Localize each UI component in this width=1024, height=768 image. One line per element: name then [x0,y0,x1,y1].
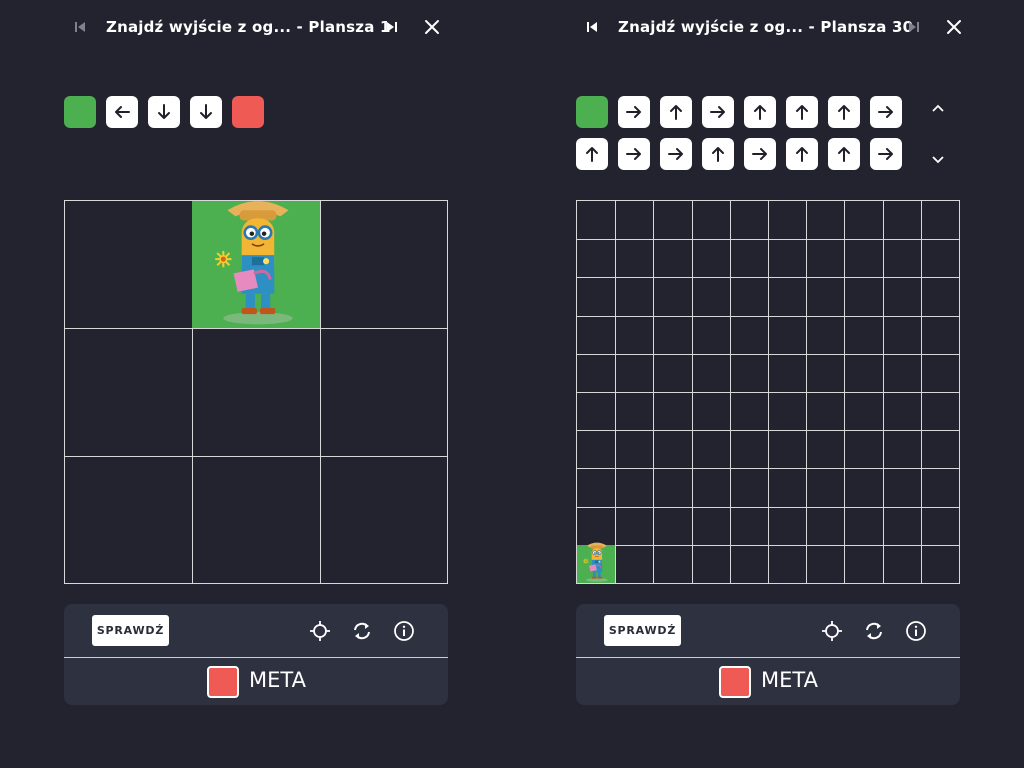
arrow-right-block[interactable] [660,138,692,170]
scroll-up-button[interactable] [928,98,948,118]
arrow-up-block[interactable] [828,96,860,128]
arrow-right-icon [625,103,643,121]
scroll-down-button[interactable] [928,150,948,170]
arrow-up-icon [835,103,853,121]
arrow-right-icon [667,145,685,163]
arrow-up-block[interactable] [828,138,860,170]
grid-line [577,506,959,508]
grid-line [882,201,884,583]
gardener-character [580,541,612,583]
arrow-up-icon [583,145,601,163]
center-view-button[interactable] [820,619,844,643]
last-level-button[interactable] [904,17,924,37]
reset-icon [354,622,370,640]
close-icon [425,20,439,34]
chevron-down-icon [932,156,944,164]
grid-line [577,468,959,470]
arrow-down-icon [197,103,215,121]
arrow-up-block[interactable] [744,96,776,128]
arrow-up-icon [835,145,853,163]
arrow-up-icon [709,145,727,163]
arrow-right-icon [625,145,643,163]
game-board[interactable] [64,200,448,584]
arrow-up-block[interactable] [702,138,734,170]
toolbar: SPRAWDŹ [576,604,960,657]
info-button[interactable] [904,619,928,643]
arrow-right-icon [751,145,769,163]
goal-legend: META [576,658,960,705]
grid-line [806,201,808,583]
board-panel-30: Znajdź wyjście z og... - Plansza 30 SPRA… [576,0,961,768]
info-icon [906,621,926,641]
info-icon [394,621,414,641]
skip-first-icon [75,22,85,32]
arrow-right-block[interactable] [870,96,902,128]
arrow-down-icon [155,103,173,121]
end-block[interactable] [232,96,264,128]
arrow-right-icon [709,103,727,121]
arrow-up-icon [667,103,685,121]
info-button[interactable] [392,619,416,643]
last-level-button[interactable] [382,17,402,37]
skip-last-icon [909,22,919,32]
crosshair-icon [310,621,330,641]
close-button[interactable] [422,17,442,37]
goal-legend: META [64,658,448,705]
reset-button[interactable] [350,619,374,643]
toolbar: SPRAWDŹ [64,604,448,657]
arrow-right-icon [877,145,895,163]
arrow-down-block[interactable] [190,96,222,128]
goal-swatch [719,666,751,698]
grid-line [920,201,922,583]
skip-first-icon [587,22,597,32]
arrow-right-block[interactable] [618,138,650,170]
arrow-up-icon [793,145,811,163]
arrow-right-icon [877,103,895,121]
reset-icon [866,622,882,640]
start-block[interactable] [64,96,96,128]
grid-line [65,455,447,457]
grid-line [577,430,959,432]
arrow-left-icon [113,103,131,121]
arrow-up-icon [793,103,811,121]
grid-line [65,328,447,330]
close-button[interactable] [944,17,964,37]
goal-swatch [207,666,239,698]
start-block[interactable] [576,96,608,128]
first-level-button[interactable] [70,17,90,37]
grid-line [577,544,959,546]
goal-label: META [761,668,818,692]
arrow-up-block[interactable] [660,96,692,128]
level-title: Znajdź wyjście z og... - Plansza 1 [106,18,391,36]
skip-last-icon [387,22,397,32]
close-icon [947,20,961,34]
arrow-up-block[interactable] [786,138,818,170]
check-button[interactable]: SPRAWDŹ [604,615,681,646]
arrow-right-block[interactable] [618,96,650,128]
arrow-up-block[interactable] [576,138,608,170]
panel-header: Znajdź wyjście z og... - Plansza 1 [64,12,448,42]
arrow-down-block[interactable] [148,96,180,128]
arrow-left-block[interactable] [106,96,138,128]
center-view-button[interactable] [308,619,332,643]
goal-label: META [249,668,306,692]
arrow-right-block[interactable] [702,96,734,128]
grid-line [577,392,959,393]
panel-header: Znajdź wyjście z og... - Plansza 30 [576,12,961,42]
game-board[interactable] [576,200,960,584]
reset-button[interactable] [862,619,886,643]
first-level-button[interactable] [582,17,602,37]
arrow-up-icon [751,103,769,121]
grid-line [844,201,846,583]
level-title: Znajdź wyjście z og... - Plansza 30 [618,18,914,36]
gardener-character [205,196,307,328]
arrow-right-block[interactable] [870,138,902,170]
check-button[interactable]: SPRAWDŹ [92,615,169,646]
arrow-right-block[interactable] [744,138,776,170]
board-panel-1: Znajdź wyjście z og... - Plansza 1 SPRAW… [64,0,448,768]
chevron-up-icon [932,104,944,112]
crosshair-icon [822,621,842,641]
grid-line [319,201,321,583]
arrow-up-block[interactable] [786,96,818,128]
